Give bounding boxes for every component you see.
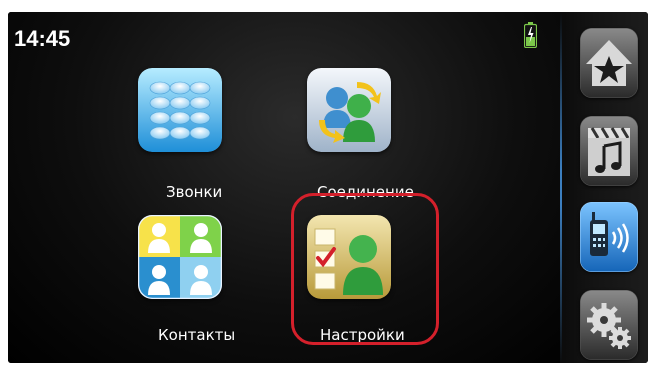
battery-charging-icon (524, 22, 537, 48)
sidebar-divider (560, 12, 562, 363)
connection-icon (307, 68, 391, 152)
main-menu-area: 14:45 Звонки Соединение Контакты Настрой… (8, 12, 560, 363)
media-icon (588, 127, 630, 176)
media-button[interactable] (580, 116, 638, 186)
settings-gears-button[interactable] (580, 290, 638, 360)
phone-button[interactable] (580, 202, 638, 272)
dialpad-icon (138, 68, 222, 152)
highlight-ring (291, 193, 439, 345)
tile-calls-label: Звонки (166, 183, 223, 201)
clock: 14:45 (14, 26, 71, 51)
home-star-button[interactable] (580, 28, 638, 98)
contacts-icon (138, 215, 222, 299)
tile-contacts-label: Контакты (158, 326, 236, 344)
